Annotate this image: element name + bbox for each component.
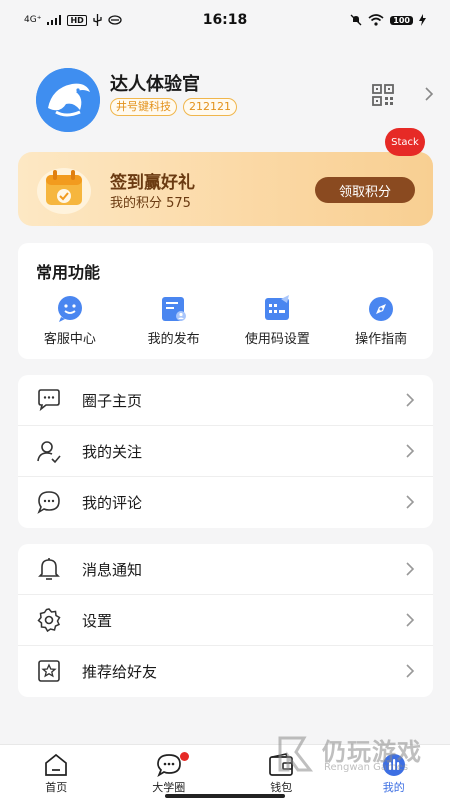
- nav-me[interactable]: 我的: [338, 745, 450, 800]
- menu-item-settings[interactable]: 设置: [18, 595, 433, 646]
- function-row: 客服中心 我的发布 使用码设置 操作指南: [18, 295, 433, 347]
- function-customer-service[interactable]: 客服中心: [18, 295, 122, 347]
- function-label: 客服中心: [43, 332, 96, 347]
- chat-icon: [156, 754, 181, 777]
- profile-tags: 井号键科技 212121: [110, 98, 237, 116]
- section-title: 常用功能: [36, 263, 101, 282]
- username: 达人体验官: [110, 74, 200, 95]
- bottom-navigation: 首页 大学圈 钱包 我的: [0, 744, 450, 800]
- menu-item-label: 圈子主页: [82, 391, 143, 410]
- bell-icon: [38, 558, 60, 580]
- nav-home[interactable]: 首页: [0, 745, 113, 800]
- function-guide[interactable]: 操作指南: [329, 295, 433, 347]
- chevron-right-icon: [406, 444, 415, 458]
- function-label: 使用码设置: [244, 332, 310, 347]
- status-right: 100: [350, 14, 426, 26]
- function-code-settings[interactable]: 使用码设置: [226, 295, 330, 347]
- avatar[interactable]: [36, 68, 100, 132]
- menu-card-social: 圈子主页 我的关注 我的评论: [18, 375, 433, 528]
- my-posts-icon: [161, 297, 186, 321]
- nav-label-active: 我的: [382, 781, 405, 794]
- menu-item-comments[interactable]: 我的评论: [18, 477, 433, 528]
- comment-icon: [37, 491, 60, 514]
- common-functions-card: 常用功能 客服中心 我的发布 使用码设置 操作指南: [18, 243, 433, 359]
- checkin-title: 签到赢好礼: [110, 173, 195, 193]
- menu-item-label: 设置: [82, 611, 113, 630]
- chevron-right-icon: [406, 495, 415, 509]
- claim-points-button[interactable]: 领取积分: [315, 177, 415, 203]
- nav-wallet[interactable]: 钱包: [225, 745, 338, 800]
- user-check-icon: [37, 441, 61, 464]
- compass-icon: [369, 297, 394, 321]
- menu-item-label: 我的关注: [82, 442, 143, 461]
- menu-item-following[interactable]: 我的关注: [18, 426, 433, 477]
- status-bar: 4G⁺ HD 16:18 100: [0, 0, 450, 40]
- customer-service-icon: [57, 296, 82, 322]
- chevron-right-icon[interactable]: [424, 86, 434, 102]
- calendar-check-icon: [37, 168, 91, 214]
- nav-label: 钱包: [270, 781, 293, 794]
- nav-label: 大学圈: [152, 781, 186, 794]
- chevron-right-icon: [406, 664, 415, 678]
- checkin-banner[interactable]: 签到赢好礼 我的积分 575 领取积分: [18, 152, 433, 226]
- nav-university-circle[interactable]: 大学圈: [113, 745, 226, 800]
- home-indicator: [165, 794, 285, 798]
- chevron-right-icon: [406, 393, 415, 407]
- company-tag: 井号键科技: [110, 98, 177, 116]
- battery-level: 100: [390, 15, 413, 25]
- menu-card-settings: 消息通知 设置 推荐给好友: [18, 544, 433, 697]
- chevron-right-icon: [406, 562, 415, 576]
- home-icon: [45, 753, 68, 776]
- wallet-icon: [269, 753, 294, 776]
- notification-dot: [180, 752, 189, 761]
- menu-item-circle-home[interactable]: 圈子主页: [18, 375, 433, 426]
- status-left: 4G⁺ HD: [24, 14, 122, 26]
- signal-icon: [47, 15, 62, 25]
- function-label: 我的发布: [147, 332, 200, 347]
- qr-code-icon[interactable]: [372, 84, 394, 106]
- chevron-right-icon: [406, 613, 415, 627]
- dolphin-logo-icon: [36, 68, 100, 132]
- usb-icon: [93, 14, 102, 26]
- charging-icon: [419, 14, 426, 26]
- wifi-icon: [368, 14, 384, 26]
- chat-bubble-icon: [38, 389, 60, 412]
- bell-off-icon: [350, 14, 362, 26]
- function-label: 操作指南: [355, 332, 408, 347]
- network-indicator: 4G⁺: [24, 15, 42, 25]
- menu-item-label: 我的评论: [82, 494, 143, 512]
- function-my-posts[interactable]: 我的发布: [122, 295, 226, 347]
- stack-badge[interactable]: Stack: [385, 128, 425, 156]
- profile-section[interactable]: 达人体验官 井号键科技 212121: [36, 62, 434, 132]
- star-share-icon: [38, 660, 60, 682]
- code-settings-icon: [265, 295, 290, 320]
- nav-label: 首页: [45, 781, 68, 794]
- my-points: 我的积分 575: [110, 196, 191, 211]
- menu-item-notifications[interactable]: 消息通知: [18, 544, 433, 595]
- menu-item-recommend[interactable]: 推荐给好友: [18, 646, 433, 697]
- me-icon: [382, 754, 405, 776]
- hd-badge: HD: [67, 14, 87, 26]
- face-icon: [108, 15, 122, 25]
- id-tag: 212121: [183, 98, 237, 116]
- gear-icon: [37, 608, 61, 633]
- menu-item-label: 消息通知: [82, 560, 143, 579]
- menu-item-label: 推荐给好友: [82, 663, 158, 681]
